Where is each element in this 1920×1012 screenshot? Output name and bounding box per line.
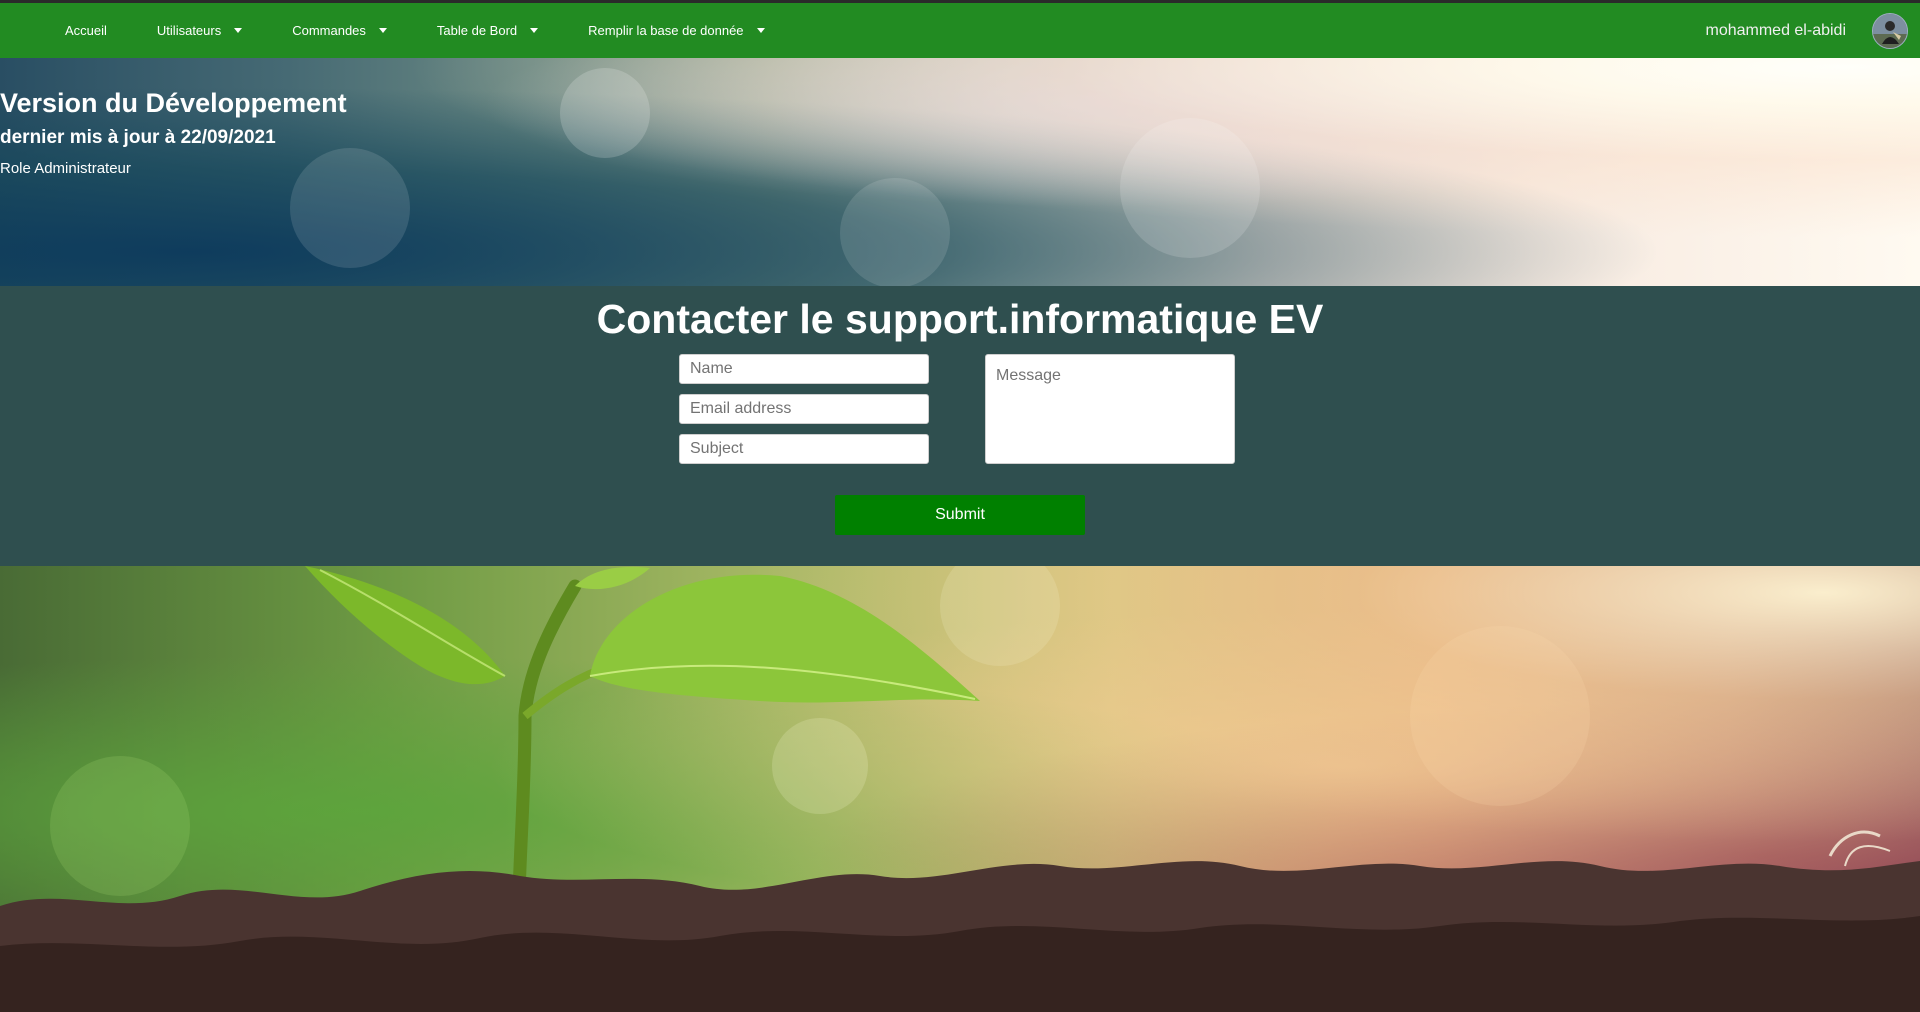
bokeh-light bbox=[772, 718, 868, 814]
username[interactable]: mohammed el-abidi bbox=[1705, 22, 1846, 40]
caret-down-icon bbox=[378, 28, 387, 33]
bokeh-light bbox=[50, 756, 190, 896]
bokeh-light bbox=[840, 178, 950, 286]
nav-item-accueil[interactable]: Accueil bbox=[65, 23, 107, 38]
page-title: Version du Développement bbox=[0, 88, 347, 118]
leaf-left bbox=[305, 566, 505, 685]
hero-banner: Version du Développement dernier mis à j… bbox=[0, 58, 1920, 286]
root-fiber bbox=[1844, 845, 1891, 867]
nav-item-table-de-bord[interactable]: Table de Bord bbox=[436, 23, 539, 38]
caret-down-icon bbox=[756, 28, 765, 33]
last-update-text: dernier mis à jour à 22/09/2021 bbox=[0, 127, 276, 148]
leaf-small bbox=[575, 566, 650, 590]
nav-item-label: Remplir la base de donnée bbox=[588, 23, 744, 38]
bokeh-light bbox=[940, 566, 1060, 666]
caret-down-icon bbox=[530, 28, 539, 33]
hero-text: Version du Développement dernier mis à j… bbox=[0, 88, 347, 177]
nav-item-label: Table de Bord bbox=[436, 23, 518, 38]
root-fiber bbox=[1828, 830, 1881, 857]
caret-down-icon bbox=[234, 28, 243, 33]
nav-item-commandes[interactable]: Commandes bbox=[292, 23, 387, 38]
submit-button[interactable]: Submit bbox=[835, 495, 1085, 535]
leaf-right bbox=[590, 574, 980, 703]
nav-item-label: Utilisateurs bbox=[156, 23, 222, 38]
bokeh-light bbox=[1410, 626, 1590, 806]
user-role-text: Role Administrateur bbox=[0, 160, 131, 177]
avatar-image bbox=[1873, 13, 1907, 48]
nav-item-utilisateurs[interactable]: Utilisateurs bbox=[156, 23, 243, 38]
nav-item-remplir-base[interactable]: Remplir la base de donnée bbox=[588, 23, 765, 38]
nav-item-label: Accueil bbox=[65, 23, 107, 38]
name-input[interactable] bbox=[679, 354, 929, 384]
user-menu[interactable]: mohammed el-abidi bbox=[1705, 3, 1908, 58]
sprout-background-image bbox=[0, 566, 1920, 1012]
contact-section: Contacter le support.informatique EV Sub… bbox=[0, 286, 1920, 566]
user-avatar[interactable] bbox=[1872, 12, 1908, 49]
bokeh-light bbox=[1120, 118, 1260, 258]
contact-title: Contacter le support.informatique EV bbox=[596, 296, 1324, 342]
email-input[interactable] bbox=[679, 394, 929, 424]
bokeh-light bbox=[560, 68, 650, 158]
subject-input[interactable] bbox=[679, 434, 929, 464]
top-navbar: Accueil Utilisateurs Commandes Table de … bbox=[0, 0, 1920, 58]
nav-item-label: Commandes bbox=[292, 23, 366, 38]
sprout-illustration bbox=[0, 566, 1920, 1012]
nav-menu: Accueil Utilisateurs Commandes Table de … bbox=[65, 3, 815, 58]
message-textarea[interactable] bbox=[985, 354, 1235, 464]
